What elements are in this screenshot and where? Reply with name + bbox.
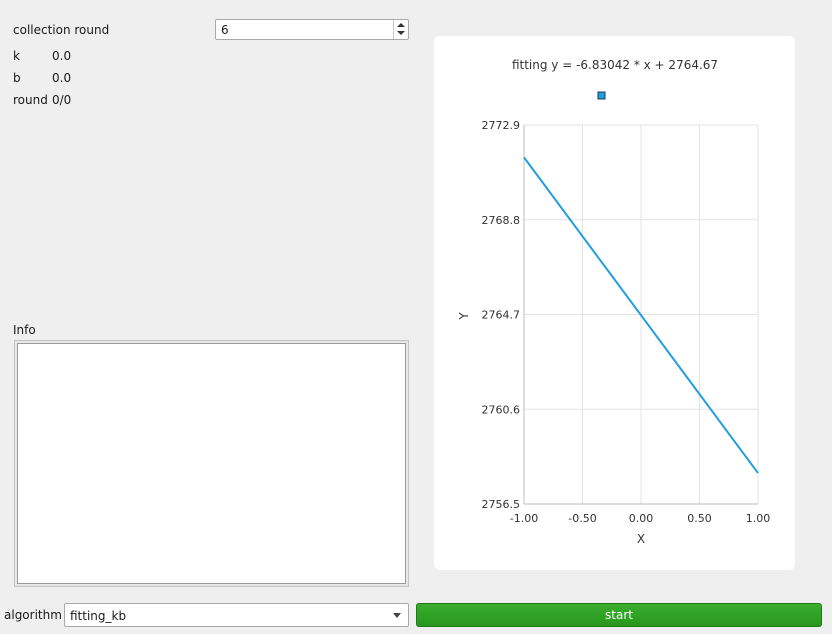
collection-round-label: collection round bbox=[13, 23, 110, 37]
round-label: round bbox=[13, 93, 48, 107]
start-button[interactable]: start bbox=[416, 603, 822, 627]
collection-round-value[interactable]: 6 bbox=[221, 22, 229, 38]
y-tick-label: 2760.6 bbox=[482, 403, 521, 416]
spin-up-arrow-icon[interactable] bbox=[394, 20, 408, 29]
spin-buttons bbox=[393, 20, 408, 39]
spin-down-arrow-icon[interactable] bbox=[394, 30, 408, 39]
x-tick-label: 1.00 bbox=[746, 512, 771, 525]
x-tick-label: -0.50 bbox=[568, 512, 596, 525]
x-tick-label: 0.50 bbox=[687, 512, 712, 525]
algorithm-select[interactable]: fitting_kb bbox=[64, 603, 409, 627]
info-label: Info bbox=[13, 323, 36, 337]
chart-panel: fitting y = -6.83042 * x + 2764.67 -1.00… bbox=[434, 36, 795, 570]
b-label: b bbox=[13, 71, 21, 85]
info-text-area[interactable] bbox=[17, 343, 406, 584]
y-axis-label: Y bbox=[457, 312, 471, 321]
fitting-chart: fitting y = -6.83042 * x + 2764.67 -1.00… bbox=[457, 58, 771, 546]
chevron-down-icon[interactable] bbox=[393, 613, 401, 618]
x-tick-label: -1.00 bbox=[510, 512, 538, 525]
k-label: k bbox=[13, 49, 20, 63]
chart-ticks: -1.00 -0.50 0.00 0.50 1.00 2756.5 2760.6 2764.7… bbox=[482, 119, 771, 525]
y-tick-label: 2768.8 bbox=[482, 214, 521, 227]
legend-marker bbox=[597, 91, 606, 100]
y-tick-label: 2772.9 bbox=[482, 119, 521, 132]
x-tick-label: 0.00 bbox=[629, 512, 654, 525]
y-tick-label: 2756.5 bbox=[482, 498, 521, 511]
x-axis-label: X bbox=[637, 532, 645, 546]
k-value: 0.0 bbox=[52, 49, 72, 63]
y-tick-label: 2764.7 bbox=[482, 309, 521, 322]
algorithm-value: fitting_kb bbox=[70, 609, 127, 623]
round-value: 0/0 bbox=[52, 93, 72, 107]
b-value: 0.0 bbox=[52, 71, 72, 85]
info-panel bbox=[14, 340, 409, 587]
algorithm-label: algorithm bbox=[4, 608, 62, 622]
collection-round-spinbox[interactable]: 6 bbox=[215, 19, 409, 40]
chart-title: fitting y = -6.83042 * x + 2764.67 bbox=[512, 58, 718, 72]
legend bbox=[597, 91, 606, 100]
